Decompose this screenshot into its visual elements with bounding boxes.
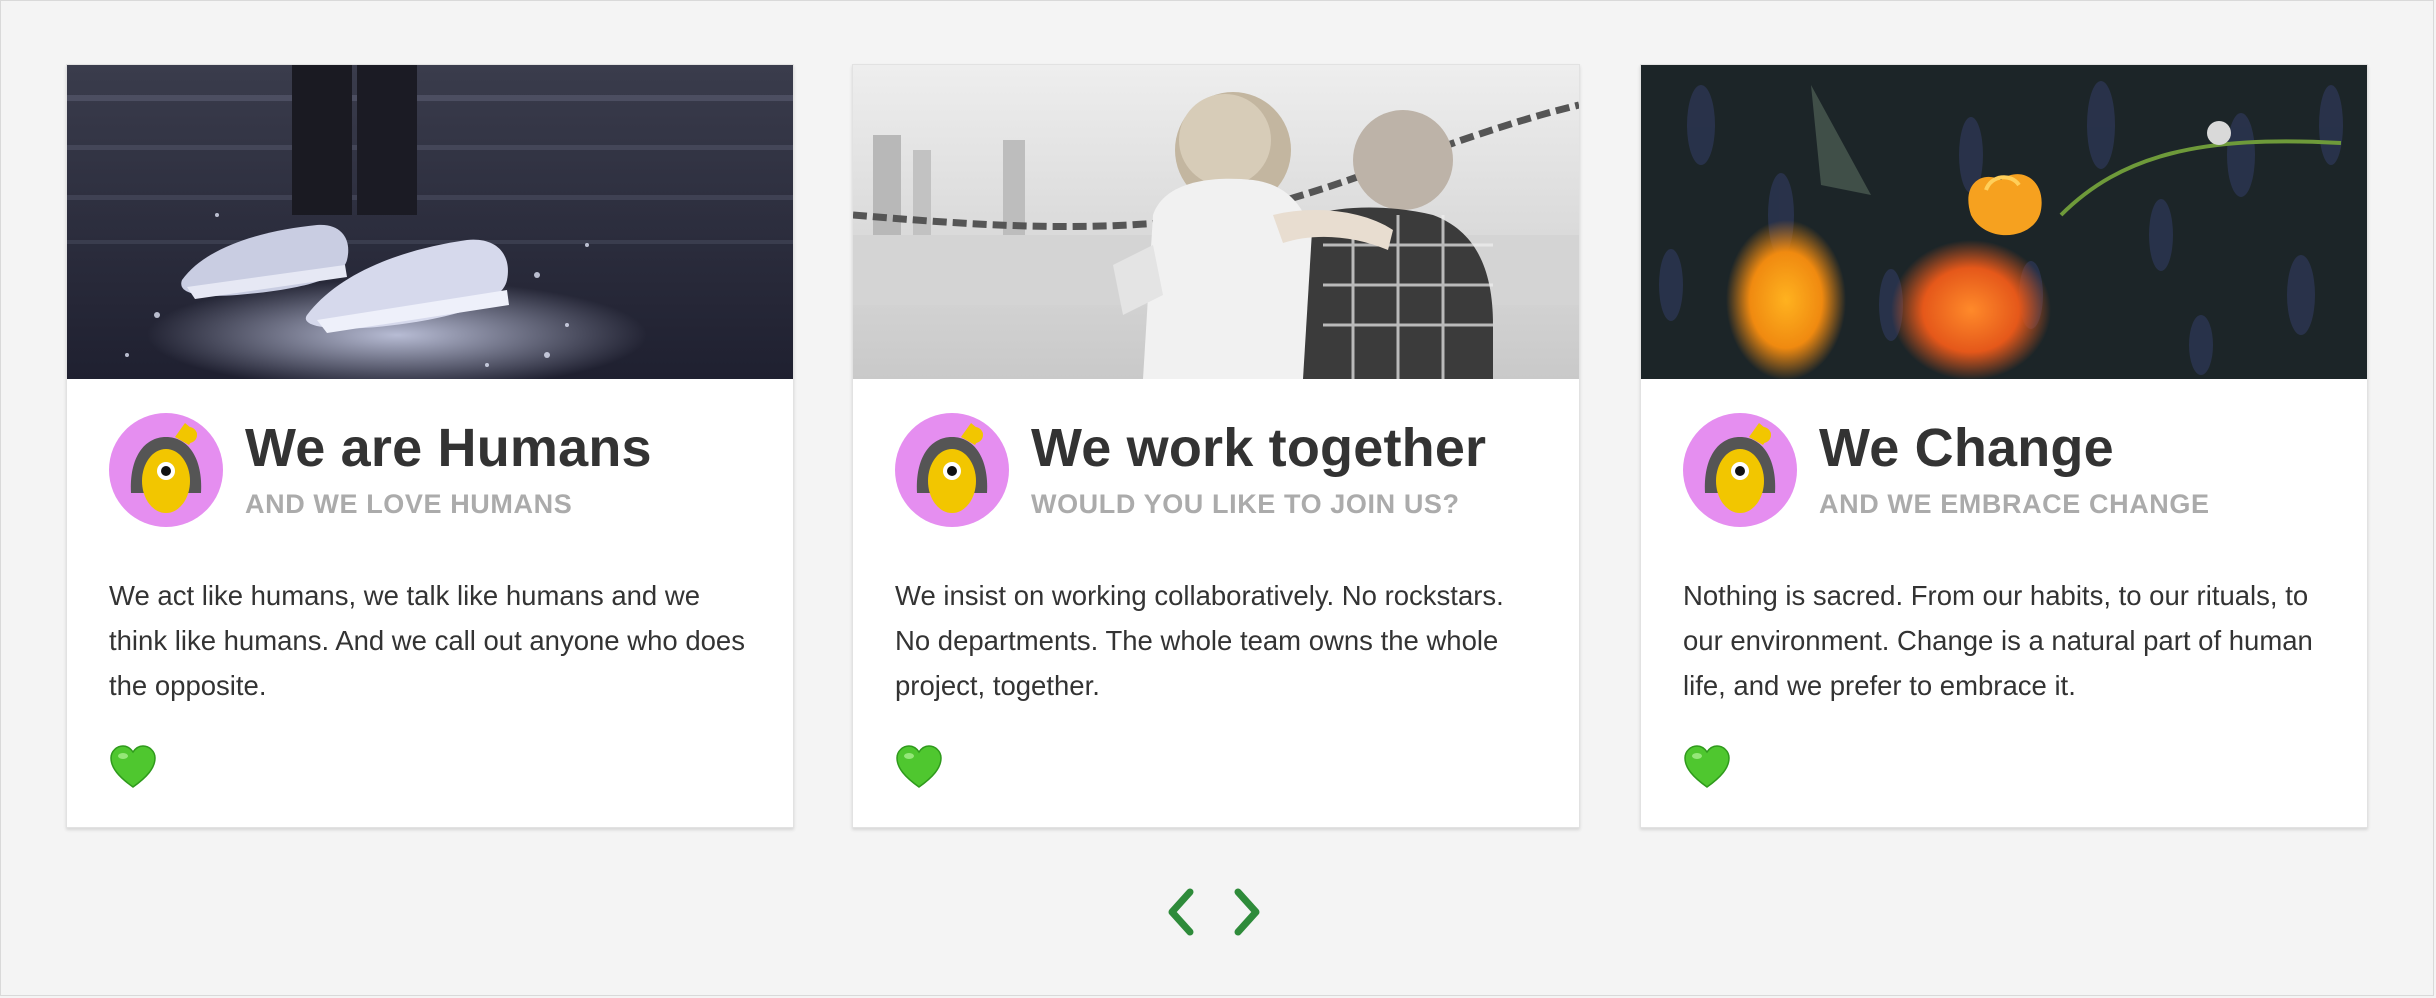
chevron-right-icon	[1234, 888, 1260, 936]
card-subtitle: WOULD YOU LIKE TO JOIN US?	[1031, 489, 1460, 519]
carousel-next-button[interactable]	[1228, 884, 1268, 940]
card-title: We are Humans	[245, 418, 652, 478]
card-subtitle: AND WE LOVE HUMANS	[245, 489, 573, 519]
girl-avatar-icon	[1683, 413, 1797, 527]
green-heart-icon	[110, 745, 156, 788]
like-button[interactable]	[1683, 743, 1731, 791]
card-we-change: We Change AND WE EMBRACE CHANGE Nothing …	[1640, 64, 2368, 828]
card-carousel: We are Humans AND WE LOVE HUMANS We act …	[66, 64, 2370, 830]
card-we-are-humans: We are Humans AND WE LOVE HUMANS We act …	[66, 64, 794, 828]
card-subtitle: AND WE EMBRACE CHANGE	[1819, 489, 2210, 519]
chevron-left-icon	[1168, 888, 1194, 936]
card-image-shoes	[67, 65, 793, 379]
like-button[interactable]	[109, 743, 157, 791]
like-button[interactable]	[895, 743, 943, 791]
girl-avatar-icon	[109, 413, 223, 527]
card-body: We insist on working collaboratively. No…	[895, 580, 1504, 701]
card-image-children	[853, 65, 1579, 379]
carousel-prev-button[interactable]	[1160, 884, 1200, 940]
card-title: We work together	[1031, 418, 1487, 478]
card-we-work-together: We work together WOULD YOU LIKE TO JOIN …	[852, 64, 1580, 828]
avatar	[109, 413, 223, 527]
card-title: We Change	[1819, 418, 2114, 478]
avatar	[1683, 413, 1797, 527]
girl-avatar-icon	[895, 413, 1009, 527]
card-image-tulip	[1641, 65, 2367, 379]
green-heart-icon	[896, 745, 942, 788]
card-body: We act like humans, we talk like humans …	[109, 580, 745, 701]
avatar	[895, 413, 1009, 527]
card-body: Nothing is sacred. From our habits, to o…	[1683, 580, 2313, 701]
green-heart-icon	[1684, 745, 1730, 788]
